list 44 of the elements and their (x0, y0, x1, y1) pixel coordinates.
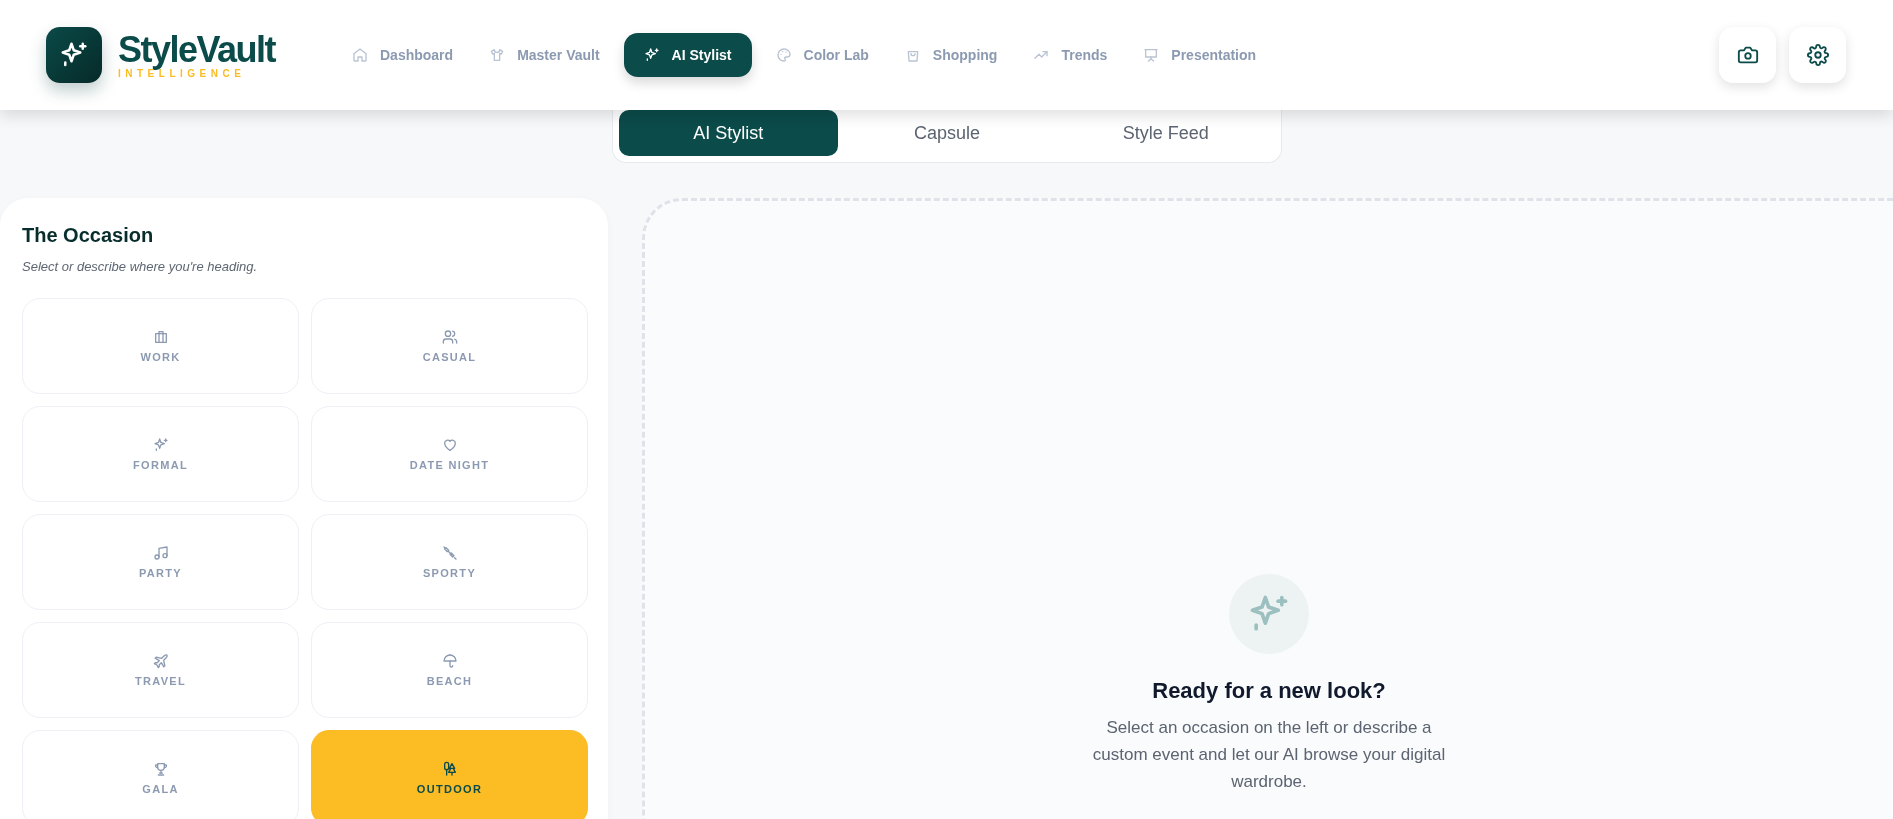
empty-state-title: Ready for a new look? (1152, 678, 1386, 704)
tab[interactable]: AI Stylist (619, 110, 838, 156)
settings-button[interactable] (1789, 27, 1846, 83)
logo-icon (46, 27, 102, 83)
nav-item[interactable]: Trends (1021, 33, 1120, 77)
settings-icon (1806, 44, 1829, 66)
nav-item[interactable]: Color Lab (763, 33, 881, 77)
tab[interactable]: Capsule (837, 110, 1057, 156)
people-icon (441, 329, 458, 345)
brand-name: StyleVault (118, 31, 276, 68)
nav-item[interactable]: Presentation (1131, 33, 1269, 77)
plane-icon (152, 653, 169, 669)
occasion-option[interactable]: BEACH (311, 622, 588, 718)
nav-item[interactable]: AI Stylist (623, 33, 752, 77)
trees-icon (441, 761, 458, 777)
camera-button[interactable] (1719, 27, 1776, 83)
occasion-option[interactable]: FORMAL (22, 406, 299, 502)
shirt-icon (489, 47, 506, 63)
occasion-option[interactable]: WORK (22, 298, 299, 394)
music-note-icon (152, 545, 169, 561)
occasion-option[interactable]: OUTDOOR (311, 730, 588, 819)
nav-item[interactable]: Dashboard (340, 33, 466, 77)
tab[interactable]: Style Feed (1056, 110, 1275, 156)
nav-item[interactable]: Master Vault (477, 33, 612, 77)
umbrella-icon (441, 653, 458, 669)
occasion-option[interactable]: PARTY (22, 514, 299, 610)
nav-item[interactable]: Shopping (892, 33, 1010, 77)
occasion-option[interactable]: SPORTY (311, 514, 588, 610)
occasion-option[interactable]: CASUAL (311, 298, 588, 394)
panel-title: The Occasion (22, 224, 155, 247)
briefcase-icon (152, 329, 169, 345)
palette-icon (775, 47, 792, 63)
occasion-option[interactable]: GALA (22, 730, 299, 819)
sparkle-icon (152, 437, 169, 453)
occasion-option[interactable]: TRAVEL (22, 622, 299, 718)
panel-subtitle: Select or describe where you're heading. (22, 259, 259, 274)
sparkle-icon (643, 47, 660, 63)
presentation-board-icon (1143, 47, 1160, 63)
heart-icon (441, 437, 458, 453)
home-icon (352, 47, 368, 63)
trophy-icon (152, 761, 169, 777)
empty-state-message: Select an occasion on the left or describe a custom event and let our AI browse your digital wardrobe. (1091, 717, 1447, 793)
occasion-option[interactable]: DATE NIGHT (311, 406, 588, 502)
camera-icon (1736, 44, 1759, 66)
